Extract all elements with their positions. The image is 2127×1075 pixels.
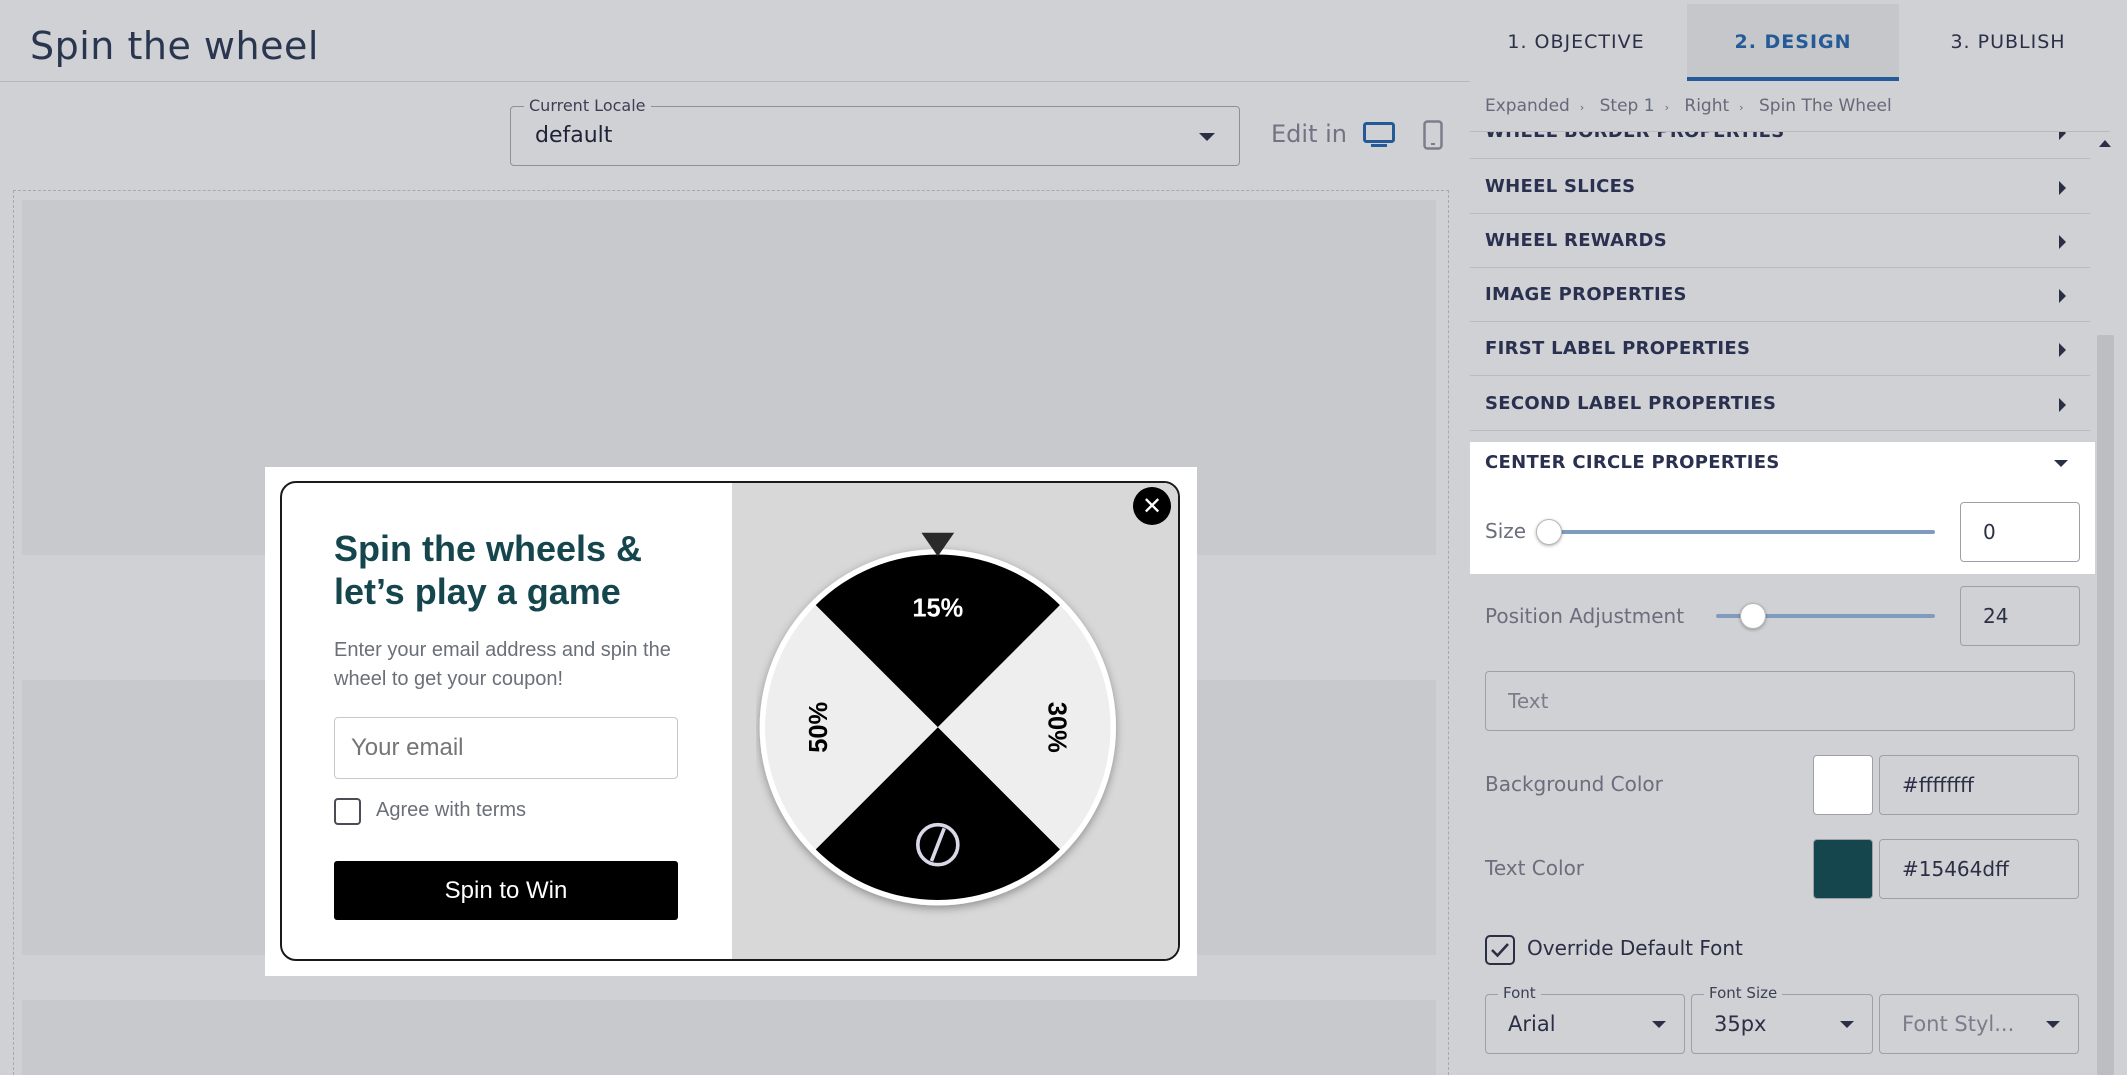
background-color-input[interactable]: #ffffffff (1879, 755, 2079, 815)
design-panel: 1. OBJECTIVE 2. DESIGN 3. PUBLISH Expand… (1470, 0, 2127, 1075)
wheel-slice-label: 15% (912, 595, 963, 623)
section-first-label[interactable]: FIRST LABEL PROPERTIES (1470, 322, 2090, 376)
section-label: CENTER CIRCLE PROPERTIES (1485, 452, 1780, 473)
mobile-phone-icon[interactable] (1423, 120, 1443, 150)
position-slider-thumb[interactable] (1740, 603, 1766, 629)
canvas-block (22, 1000, 1436, 1075)
chevron-right-icon (2059, 181, 2066, 195)
locale-legend: Current Locale (524, 96, 651, 115)
locale-value: default (535, 123, 613, 148)
font-style-select[interactable]: Font Styl... (1879, 994, 2079, 1054)
font-style-placeholder: Font Styl... (1902, 1012, 2015, 1036)
panel-scrollbar-thumb[interactable] (2097, 335, 2114, 1075)
spin-wheel: 15% 30% 50% (759, 532, 1116, 906)
chevron-down-icon (2046, 1021, 2060, 1028)
chevron-right-icon (2059, 235, 2066, 249)
edit-in-label: Edit in (1271, 120, 1347, 148)
chevron-down-icon (1840, 1021, 1854, 1028)
section-list: WHEEL BORDER PROPERTIES WHEEL SLICES WHE… (1470, 132, 2100, 442)
font-size-select[interactable]: Font Size 35px (1691, 984, 1873, 1054)
size-input[interactable]: 0 (1960, 502, 2080, 562)
font-legend: Font (1498, 984, 1541, 1002)
breadcrumb: Expanded › Step 1 › Right › Spin The Wheel (1485, 96, 1892, 116)
tab-design[interactable]: 2. DESIGN (1687, 4, 1899, 81)
section-label: WHEEL SLICES (1485, 176, 1636, 197)
size-slider[interactable] (1548, 530, 1935, 534)
breadcrumb-item[interactable]: Step 1 (1600, 96, 1655, 116)
size-slider-thumb[interactable] (1536, 519, 1562, 545)
override-font-checkbox[interactable] (1485, 935, 1515, 965)
section-image[interactable]: IMAGE PROPERTIES (1470, 268, 2090, 322)
section-second-label[interactable]: SECOND LABEL PROPERTIES (1470, 377, 2090, 431)
tab-objective[interactable]: 1. OBJECTIVE (1470, 4, 1682, 81)
section-label: IMAGE PROPERTIES (1485, 284, 1687, 305)
locale-select[interactable]: Current Locale default (510, 96, 1240, 166)
background-color-label: Background Color (1485, 772, 1663, 796)
popup-description: Enter your email address and spin the wh… (334, 639, 671, 690)
desktop-monitor-icon[interactable] (1363, 122, 1395, 148)
terms-label: Agree with terms (376, 799, 527, 821)
text-color-label: Text Color (1485, 856, 1585, 880)
font-value: Arial (1508, 1012, 1556, 1036)
section-label: WHEEL REWARDS (1485, 230, 1668, 251)
override-font-label: Override Default Font (1527, 936, 1743, 960)
position-adjustment-label: Position Adjustment (1485, 604, 1685, 628)
chevron-down-icon (1652, 1021, 1666, 1028)
chevron-right-icon: › (1579, 101, 1585, 114)
spin-to-win-button[interactable]: Spin to Win (334, 861, 678, 920)
background-color-swatch[interactable] (1813, 755, 1873, 815)
chevron-right-icon: › (1739, 101, 1744, 114)
chevron-right-icon (2059, 343, 2066, 357)
section-wheel-rewards[interactable]: WHEEL REWARDS (1470, 214, 2090, 268)
font-size-value: 35px (1714, 1012, 1767, 1036)
font-size-legend: Font Size (1704, 984, 1783, 1002)
tab-publish[interactable]: 3. PUBLISH (1902, 4, 2114, 81)
breadcrumb-item[interactable]: Right (1684, 96, 1729, 116)
chevron-right-icon (2059, 132, 2066, 140)
section-label: SECOND LABEL PROPERTIES (1485, 393, 1777, 414)
position-input[interactable]: 24 (1960, 586, 2080, 646)
size-label: Size (1485, 519, 1527, 543)
section-center-circle: CENTER CIRCLE PROPERTIES Size 0 (1470, 442, 2100, 574)
chevron-right-icon: › (1664, 101, 1669, 114)
breadcrumb-item[interactable]: Expanded (1485, 96, 1570, 116)
text-color-swatch[interactable] (1813, 839, 1873, 899)
scroll-up-icon[interactable] (2099, 140, 2111, 147)
chevron-down-icon (2054, 460, 2068, 467)
breadcrumb-item[interactable]: Spin The Wheel (1759, 96, 1892, 116)
section-label: FIRST LABEL PROPERTIES (1485, 338, 1751, 359)
page-title: Spin the wheel (30, 24, 319, 68)
tab-bar: 1. OBJECTIVE 2. DESIGN 3. PUBLISH (1470, 4, 2127, 81)
popup-headline: Spin the wheels & let’s play a game (334, 528, 643, 612)
section-wheel-border[interactable]: WHEEL BORDER PROPERTIES (1470, 132, 2090, 159)
chevron-right-icon (2059, 398, 2066, 412)
checkmark-icon (1491, 943, 1509, 958)
section-label: WHEEL BORDER PROPERTIES (1485, 132, 1785, 159)
terms-checkbox[interactable] (334, 798, 361, 825)
title-divider (0, 81, 1470, 82)
center-circle-header[interactable]: CENTER CIRCLE PROPERTIES (1470, 442, 2100, 484)
chevron-right-icon (2059, 289, 2066, 303)
wheel-slice-label: 50% (805, 702, 833, 753)
email-input[interactable] (334, 717, 678, 779)
section-wheel-slices[interactable]: WHEEL SLICES (1470, 160, 2090, 214)
text-input[interactable]: Text (1485, 671, 2075, 731)
wheel-slice-label: 30% (1043, 702, 1071, 753)
chevron-down-icon (1199, 133, 1215, 141)
text-color-input[interactable]: #15464dff (1879, 839, 2079, 899)
font-select[interactable]: Font Arial (1485, 984, 1685, 1054)
